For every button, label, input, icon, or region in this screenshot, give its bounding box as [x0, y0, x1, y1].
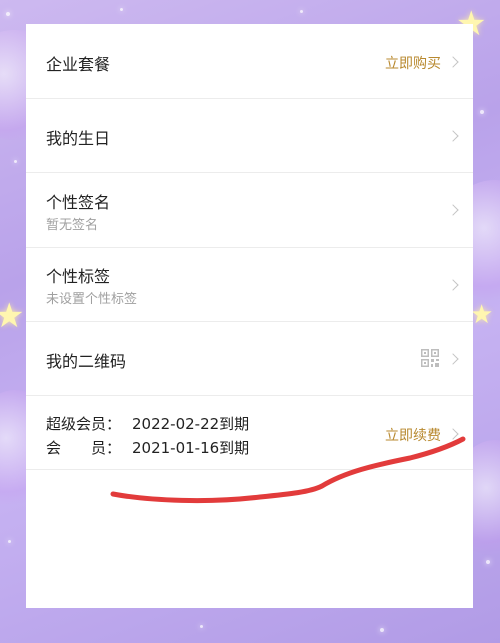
birthday-row[interactable]: 我的生日	[26, 99, 473, 173]
signature-subtitle: 暂无签名	[46, 218, 99, 233]
tags-row[interactable]: 个性标签 未设置个性标签	[26, 248, 473, 322]
star-decoration-icon: ★	[0, 296, 25, 336]
chevron-right-icon	[447, 56, 459, 68]
star-decoration-icon: ★	[470, 300, 494, 330]
settings-card: 企业套餐 立即购买 我的生日 个性签名 暂无签名 个性标签 未设置个性标签 我的…	[26, 24, 473, 608]
birthday-title: 我的生日	[46, 129, 111, 148]
chevron-right-icon	[447, 279, 459, 291]
qrcode-row[interactable]: 我的二维码	[26, 322, 473, 396]
signature-title: 个性签名	[46, 193, 111, 212]
member-line: 会 员： 2021-01-16到期	[46, 437, 249, 458]
signature-row[interactable]: 个性签名 暂无签名	[26, 173, 473, 248]
qrcode-title: 我的二维码	[46, 352, 127, 371]
super-member-label: 超级会员：	[46, 415, 122, 433]
membership-row[interactable]: 超级会员： 2022-02-22到期 会 员： 2021-01-16到期 立即续费	[26, 396, 473, 470]
chevron-right-icon	[447, 353, 459, 365]
tags-subtitle: 未设置个性标签	[46, 292, 138, 307]
buy-now-link[interactable]: 立即购买	[385, 53, 441, 73]
super-member-expiry: 2022-02-22到期	[132, 415, 250, 433]
member-label: 会 员：	[46, 439, 122, 457]
renew-now-link[interactable]: 立即续费	[385, 425, 441, 445]
qr-code-icon	[421, 349, 439, 367]
chevron-right-icon	[447, 130, 459, 142]
chevron-right-icon	[447, 428, 459, 440]
enterprise-plan-row[interactable]: 企业套餐 立即购买	[26, 24, 473, 99]
chevron-right-icon	[447, 204, 459, 216]
enterprise-plan-title: 企业套餐	[46, 55, 111, 74]
member-expiry: 2021-01-16到期	[132, 439, 250, 457]
tags-title: 个性标签	[46, 267, 111, 286]
super-member-line: 超级会员： 2022-02-22到期	[46, 413, 249, 434]
